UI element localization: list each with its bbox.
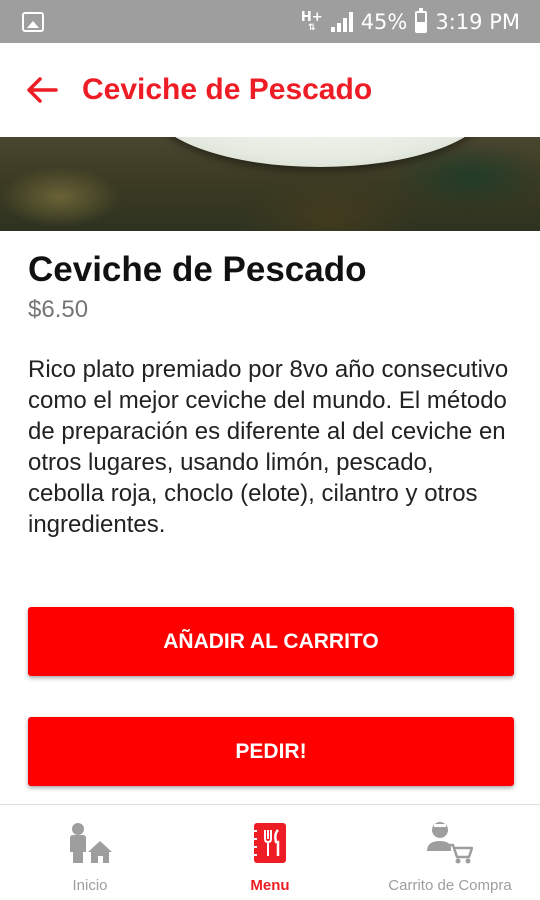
home-person-icon <box>68 821 112 865</box>
battery-percent: 45% <box>360 9 408 34</box>
data-arrows-icon: ⇅ <box>308 22 316 33</box>
order-button[interactable]: PEDIR! <box>28 717 514 786</box>
network-type-label: H+ <box>300 9 323 25</box>
status-right: H+ ⇅ 45% 3:19 PM <box>300 7 520 34</box>
nav-item-inicio[interactable]: Inicio <box>0 805 180 900</box>
nav-item-menu[interactable]: Menu <box>180 805 360 900</box>
product-details: Ceviche de Pescado $6.50 Rico plato prem… <box>28 231 514 540</box>
signal-icon <box>330 11 353 32</box>
back-arrow-icon[interactable] <box>24 72 60 108</box>
menu-utensils-icon <box>250 821 290 865</box>
person-cart-icon <box>427 821 473 865</box>
product-description: Rico plato premiado por 8vo año consecut… <box>28 356 509 538</box>
product-price: $6.50 <box>28 296 89 323</box>
status-bar: H+ ⇅ 45% 3:19 PM <box>0 0 540 43</box>
nav-label-menu: Menu <box>250 877 290 894</box>
plate-image <box>150 137 490 167</box>
page-title: Ceviche de Pescado <box>82 73 373 106</box>
bottom-nav: Inicio Menu Carrito de Compra <box>0 804 540 900</box>
app-bar: Ceviche de Pescado <box>0 43 540 137</box>
network-type-icon: H+ ⇅ <box>300 9 323 33</box>
status-left <box>22 11 44 32</box>
product-image <box>0 137 540 231</box>
clock: 3:19 PM <box>435 9 520 34</box>
add-to-cart-button[interactable]: AÑADIR AL CARRITO <box>28 607 514 676</box>
battery-icon <box>415 7 428 33</box>
gallery-notification-icon <box>22 11 44 32</box>
nav-label-inicio: Inicio <box>72 877 108 894</box>
nav-item-carrito[interactable]: Carrito de Compra <box>360 805 540 900</box>
product-name: Ceviche de Pescado <box>28 250 367 289</box>
nav-label-carrito: Carrito de Compra <box>388 877 512 894</box>
